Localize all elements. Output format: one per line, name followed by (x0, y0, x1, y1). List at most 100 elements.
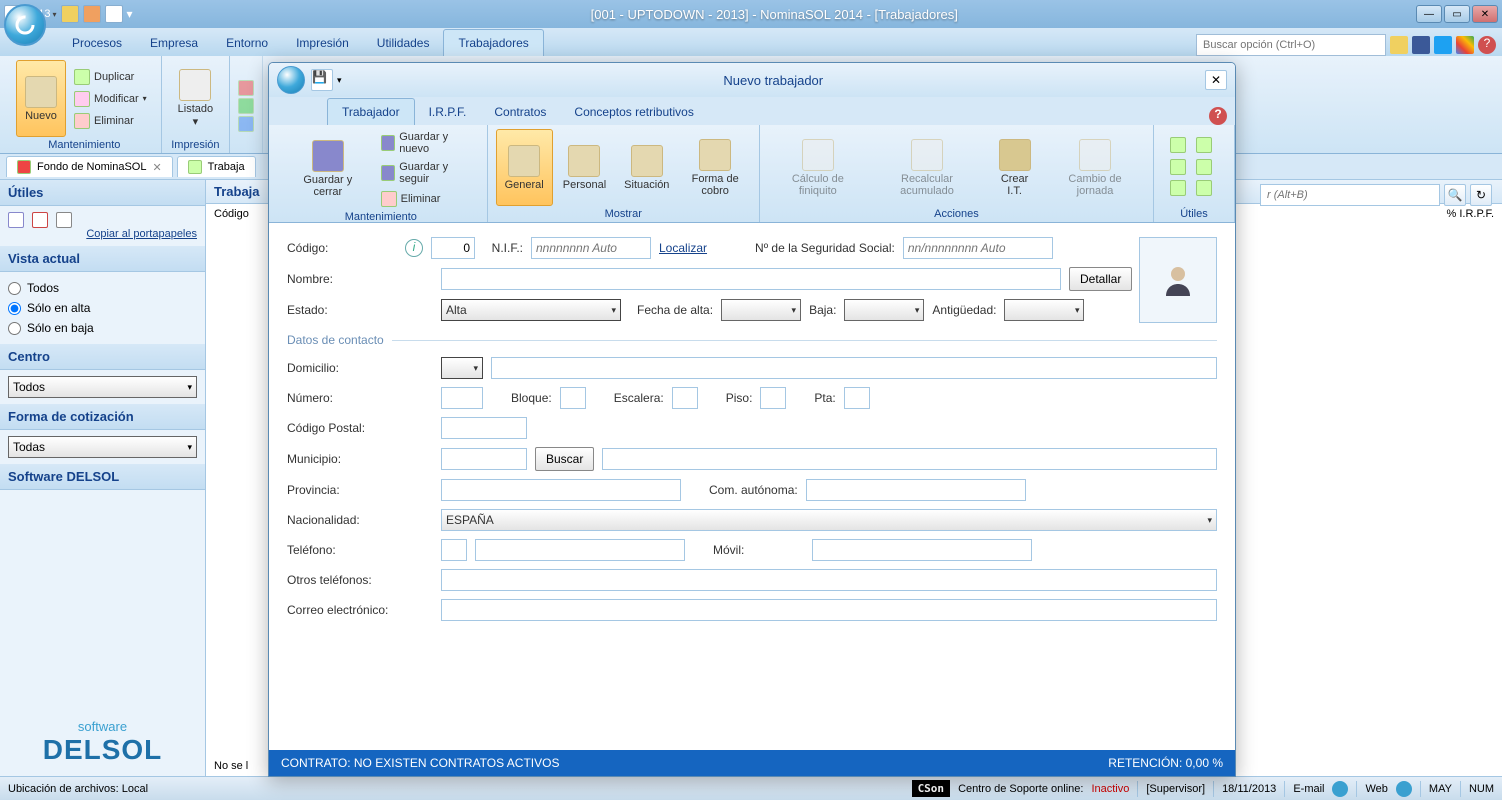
twitter-icon[interactable] (1434, 36, 1452, 54)
search-input[interactable] (1196, 34, 1386, 56)
tab-procesos[interactable]: Procesos (58, 30, 136, 56)
otros-tel-input[interactable] (441, 569, 1217, 591)
forma-select[interactable]: Todas (8, 436, 197, 458)
help-icon[interactable]: ? (1478, 36, 1496, 54)
telefono-input[interactable] (475, 539, 685, 561)
guardar-seguir-button[interactable]: Guardar y seguir (375, 159, 479, 187)
modificar-button[interactable]: Modificar▾ (68, 89, 153, 109)
piso-input[interactable] (760, 387, 786, 409)
app-orb-icon[interactable] (4, 4, 46, 46)
bloque-input[interactable] (560, 387, 586, 409)
baja-input[interactable] (844, 299, 924, 321)
estado-select[interactable]: Alta (441, 299, 621, 321)
maximize-button[interactable]: ▭ (1444, 5, 1470, 23)
radio-todos[interactable]: Todos (8, 278, 197, 298)
nif-input[interactable] (531, 237, 651, 259)
dialog-help-icon[interactable]: ? (1209, 107, 1227, 125)
eliminar-button[interactable]: Eliminar (68, 111, 153, 131)
cambio-jornada-button[interactable]: Cambio de jornada (1045, 129, 1145, 206)
crear-it-button[interactable]: Crear I.T. (986, 129, 1043, 206)
forma-cobro-button[interactable]: Forma de cobro (679, 129, 750, 206)
antiguedad-input[interactable] (1004, 299, 1084, 321)
qat-folder-icon[interactable] (61, 5, 79, 23)
numero-input[interactable] (441, 387, 483, 409)
dlg-eliminar-button[interactable]: Eliminar (375, 189, 479, 209)
facebook-icon[interactable] (1412, 36, 1430, 54)
nombre-input[interactable] (441, 268, 1061, 290)
util-icon-6[interactable] (1196, 180, 1212, 196)
minimize-button[interactable]: — (1416, 5, 1442, 23)
guardar-cerrar-button[interactable]: Guardar y cerrar (283, 129, 373, 209)
dlg-tab-irpf[interactable]: I.R.P.F. (415, 99, 481, 125)
tab-empresa[interactable]: Empresa (136, 30, 212, 56)
doc-tab-trabajadores[interactable]: Trabaja (177, 156, 256, 177)
situacion-button[interactable]: Situación (616, 129, 677, 206)
municipio-name-input[interactable] (602, 448, 1217, 470)
calendar-icon[interactable] (8, 212, 24, 228)
google-icon[interactable] (1456, 36, 1474, 54)
refresh-icon[interactable]: ↻ (1470, 184, 1492, 206)
nss-input[interactable] (903, 237, 1053, 259)
telefono-prefix-input[interactable] (441, 539, 467, 561)
doc-tab-fondo[interactable]: Fondo de NominaSOL ✕ (6, 156, 173, 177)
check-icon[interactable] (32, 212, 48, 228)
tab-utilidades[interactable]: Utilidades (363, 30, 444, 56)
domicilio-tipo-select[interactable] (441, 357, 483, 379)
qat-lock-icon[interactable] (83, 5, 101, 23)
util-icon-1[interactable] (1170, 137, 1186, 153)
detallar-button[interactable]: Detallar (1069, 267, 1132, 291)
tab-trabajadores[interactable]: Trabajadores (443, 29, 543, 56)
codigo-input[interactable] (431, 237, 475, 259)
localizar-link[interactable]: Localizar (659, 241, 707, 255)
email-link[interactable]: E-mail (1293, 783, 1324, 795)
content-search-input[interactable] (1260, 184, 1440, 206)
correo-input[interactable] (441, 599, 1217, 621)
duplicar-button[interactable]: Duplicar (68, 67, 153, 87)
guardar-nuevo-button[interactable]: Guardar y nuevo (375, 129, 479, 157)
dlg-tab-trabajador[interactable]: Trabajador (327, 98, 415, 125)
close-button[interactable]: ✕ (1472, 5, 1498, 23)
dialog-save-icon[interactable]: 💾 (311, 69, 333, 91)
municipio-code-input[interactable] (441, 448, 527, 470)
close-tab-icon[interactable]: ✕ (152, 161, 161, 174)
info-icon[interactable]: i (405, 239, 423, 257)
util-icon-3[interactable] (1170, 159, 1186, 175)
fecha-alta-input[interactable] (721, 299, 801, 321)
nuevo-button[interactable]: Nuevo (16, 60, 66, 137)
cp-input[interactable] (441, 417, 527, 439)
dialog-close-button[interactable]: ✕ (1205, 70, 1227, 90)
personal-button[interactable]: Personal (555, 129, 614, 206)
radio-solo-baja[interactable]: Sólo en baja (8, 318, 197, 338)
web-link[interactable]: Web (1365, 783, 1387, 795)
dlg-tab-contratos[interactable]: Contratos (480, 99, 560, 125)
email-icon[interactable] (1332, 781, 1348, 797)
dialog-orb-icon[interactable] (277, 66, 305, 94)
tab-impresion[interactable]: Impresión (282, 30, 363, 56)
listado-button[interactable]: Listado▾ (170, 60, 221, 137)
buscar-municipio-button[interactable]: Buscar (535, 447, 594, 471)
tab-entorno[interactable]: Entorno (212, 30, 282, 56)
copy-clipboard-link[interactable]: Copiar al portapapeles (86, 228, 197, 240)
web-icon[interactable] (1396, 781, 1412, 797)
movil-input[interactable] (812, 539, 1032, 561)
escalera-input[interactable] (672, 387, 698, 409)
grid-icon[interactable] (56, 212, 72, 228)
pta-input[interactable] (844, 387, 870, 409)
radio-solo-alta[interactable]: Sólo en alta (8, 298, 197, 318)
photo-box[interactable] (1139, 237, 1217, 323)
provincia-input[interactable] (441, 479, 681, 501)
dlg-tab-conceptos[interactable]: Conceptos retributivos (560, 99, 707, 125)
calc-finiquito-button[interactable]: Cálculo de finiquito (768, 129, 868, 206)
centro-select[interactable]: Todos (8, 376, 197, 398)
util-icon-4[interactable] (1196, 159, 1212, 175)
util-icon-2[interactable] (1196, 137, 1212, 153)
domicilio-input[interactable] (491, 357, 1217, 379)
nacionalidad-select[interactable]: ESPAÑA (441, 509, 1217, 531)
general-button[interactable]: General (496, 129, 553, 206)
search-icon[interactable]: 🔍 (1444, 184, 1466, 206)
shortcut-icon[interactable] (1390, 36, 1408, 54)
com-autonoma-input[interactable] (806, 479, 1026, 501)
util-icon-5[interactable] (1170, 180, 1186, 196)
recalcular-button[interactable]: Recalcular acumulado (870, 129, 984, 206)
qat-refresh-icon[interactable] (105, 5, 123, 23)
